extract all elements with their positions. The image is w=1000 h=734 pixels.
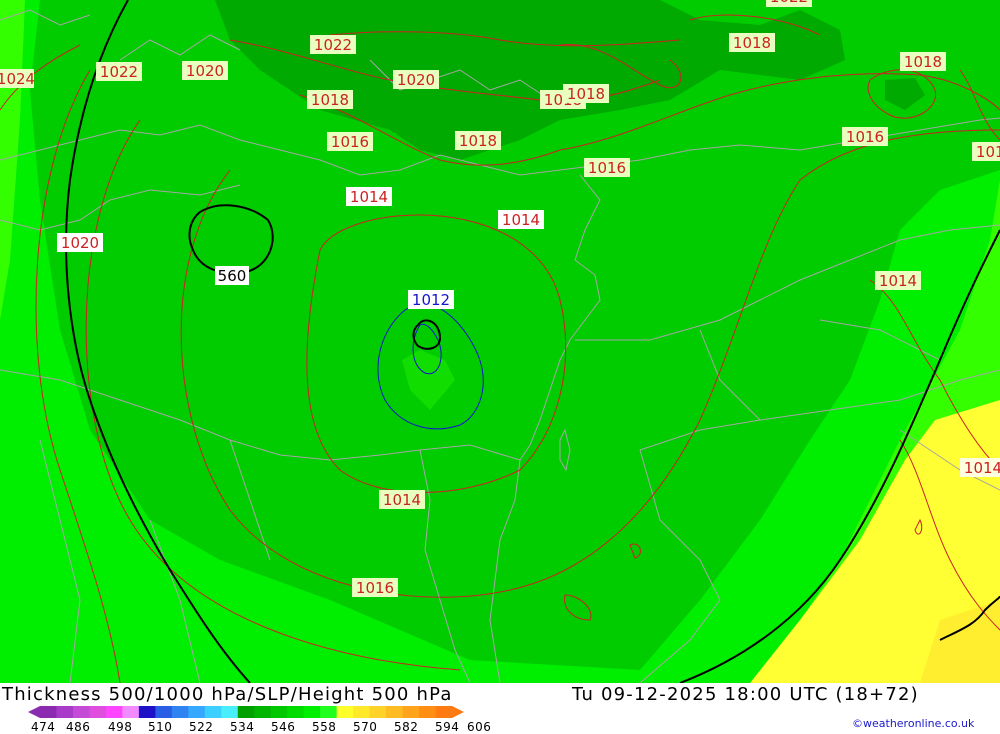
isobar-label: 1016 xyxy=(327,132,373,151)
height-label: 560 xyxy=(215,266,249,285)
colorbar-arrow-right xyxy=(452,706,464,718)
colorbar-segment xyxy=(221,706,239,718)
colorbar-tick: 558 xyxy=(312,720,337,734)
svg-text:1022: 1022 xyxy=(100,63,138,81)
isobar-label: 1016 xyxy=(842,127,888,146)
colorbar-segment xyxy=(254,706,272,718)
weather-map: 1024 1022 1020 1022 1018 1020 1022 1018 … xyxy=(0,0,1000,684)
isobar-label: 1020 xyxy=(393,70,439,89)
isobar-label: 1018 xyxy=(307,90,353,109)
colorbar-segment xyxy=(353,706,371,718)
colorbar-tick: 486 xyxy=(66,720,91,734)
isobar-label: 1022 xyxy=(96,62,142,81)
svg-text:1016: 1016 xyxy=(976,143,1000,161)
svg-text:1018: 1018 xyxy=(459,132,497,150)
colorbar-segment xyxy=(336,706,354,718)
isobar-label: 1014 xyxy=(379,490,425,509)
colorbar-segment xyxy=(204,706,222,718)
colorbar xyxy=(28,706,464,718)
colorbar-segment xyxy=(72,706,90,718)
colorbar-tick: 582 xyxy=(394,720,419,734)
colorbar-segment xyxy=(105,706,123,718)
colorbar-segment xyxy=(419,706,437,718)
svg-text:1016: 1016 xyxy=(331,133,369,151)
isobar-label: 1014 xyxy=(875,271,921,290)
svg-text:1014: 1014 xyxy=(502,211,540,229)
colorbar-segment xyxy=(369,706,387,718)
product-title: Thickness 500/1000 hPa/SLP/Height 500 hP… xyxy=(2,684,453,705)
colorbar-segment xyxy=(320,706,338,718)
map-footer: Thickness 500/1000 hPa/SLP/Height 500 hP… xyxy=(0,683,1000,734)
isobar-label: 1022 xyxy=(766,0,812,7)
isobar-label: 1022 xyxy=(310,35,356,54)
svg-text:1018: 1018 xyxy=(311,91,349,109)
colorbar-tick: 498 xyxy=(108,720,133,734)
isobar-label: 1018 xyxy=(563,84,609,103)
colorbar-segment xyxy=(89,706,107,718)
svg-text:1016: 1016 xyxy=(356,579,394,597)
svg-text:1014: 1014 xyxy=(879,272,917,290)
colorbar-tick: 606 xyxy=(467,720,492,734)
isobar-label: 1020 xyxy=(57,233,103,252)
svg-text:1014: 1014 xyxy=(964,459,1000,477)
isobar-label: 1012 xyxy=(408,290,454,309)
isobar-label: 1014 xyxy=(346,187,392,206)
colorbar-tick: 570 xyxy=(353,720,378,734)
svg-text:1020: 1020 xyxy=(61,234,99,252)
svg-text:1012: 1012 xyxy=(412,291,450,309)
colorbar-segment xyxy=(40,706,57,718)
svg-text:1018: 1018 xyxy=(904,53,942,71)
svg-text:1022: 1022 xyxy=(770,0,808,6)
colorbar-segment xyxy=(138,706,156,718)
svg-text:1024: 1024 xyxy=(0,70,35,88)
colorbar-segment xyxy=(171,706,189,718)
credit: ©weatheronline.co.uk xyxy=(852,717,975,730)
isobar-label: 1018 xyxy=(900,52,946,71)
colorbar-tick: 534 xyxy=(230,720,255,734)
isobar-label: 1016 xyxy=(972,142,1000,161)
isobar-label: 1016 xyxy=(352,578,398,597)
colorbar-tick: 510 xyxy=(148,720,173,734)
isobar-label: 1018 xyxy=(455,131,501,150)
colorbar-arrow-left xyxy=(28,706,40,718)
colorbar-tick: 522 xyxy=(189,720,214,734)
colorbar-segment xyxy=(56,706,74,718)
colorbar-segment xyxy=(155,706,173,718)
svg-text:1020: 1020 xyxy=(397,71,435,89)
isobar-label: 1014 xyxy=(960,458,1000,477)
svg-text:1018: 1018 xyxy=(733,34,771,52)
colorbar-segment xyxy=(237,706,255,718)
svg-text:1020: 1020 xyxy=(186,62,224,80)
colorbar-segment xyxy=(122,706,140,718)
isobar-label: 1020 xyxy=(182,61,228,80)
svg-text:1018: 1018 xyxy=(567,85,605,103)
colorbar-segment xyxy=(188,706,206,718)
colorbar-segment xyxy=(287,706,305,718)
colorbar-tick: 594 xyxy=(435,720,460,734)
svg-text:1014: 1014 xyxy=(350,188,388,206)
svg-text:1016: 1016 xyxy=(846,128,884,146)
colorbar-segment xyxy=(303,706,321,718)
map-canvas: 1024 1022 1020 1022 1018 1020 1022 1018 … xyxy=(0,0,1000,684)
colorbar-tick: 546 xyxy=(271,720,296,734)
colorbar-tick: 474 xyxy=(31,720,56,734)
colorbar-segment xyxy=(402,706,420,718)
isobar-label: 1016 xyxy=(584,158,630,177)
svg-text:560: 560 xyxy=(218,267,247,285)
svg-text:1014: 1014 xyxy=(383,491,421,509)
isobar-label: 1014 xyxy=(498,210,544,229)
colorbar-segment xyxy=(386,706,404,718)
svg-text:1022: 1022 xyxy=(314,36,352,54)
svg-text:1016: 1016 xyxy=(588,159,626,177)
colorbar-segment xyxy=(270,706,288,718)
isobar-label: 1024 xyxy=(0,69,35,88)
colorbar-segment xyxy=(435,706,453,718)
valid-time: Tu 09-12-2025 18:00 UTC (18+72) xyxy=(572,684,919,705)
isobar-label: 1018 xyxy=(729,33,775,52)
